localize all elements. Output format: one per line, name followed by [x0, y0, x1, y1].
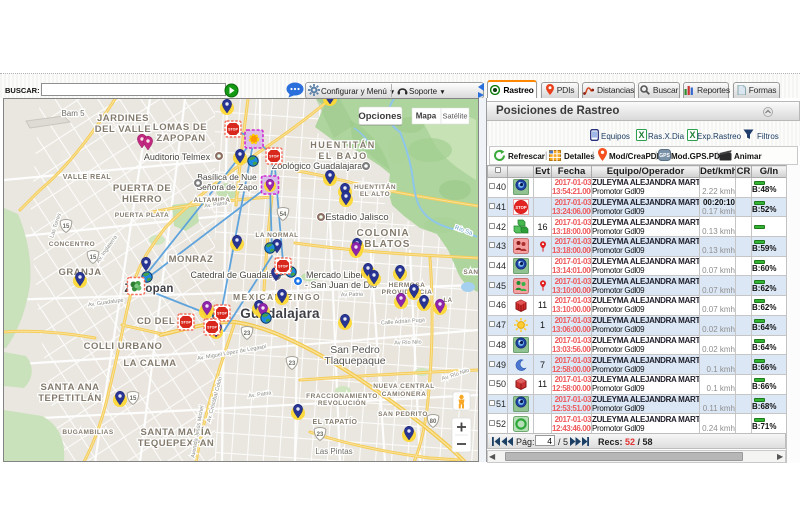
svg-text:- San Juan de Dio: - San Juan de Dio — [305, 280, 377, 290]
svg-text:15: 15 — [130, 396, 137, 402]
svg-text:CAMIONERA: CAMIONERA — [382, 391, 427, 398]
svg-text:CONCENTRO: CONCENTRO — [49, 241, 95, 248]
svg-text:STOP: STOP — [515, 205, 527, 210]
svg-text:VALLE REAL: VALLE REAL — [63, 174, 112, 181]
svg-text:X: X — [689, 130, 695, 140]
svg-text:Mapa: Mapa — [416, 112, 437, 121]
svg-text:LOMAS DE: LOMAS DE — [153, 122, 207, 133]
svg-text:Estadio Jalisco: Estadio Jalisco — [325, 212, 388, 223]
svg-text:Catedral de Guadalaj: Catedral de Guadalaj — [190, 270, 275, 280]
svg-text:HIERRO: HIERRO — [122, 194, 162, 205]
svg-text:PUERTA PLATA: PUERTA PLATA — [115, 212, 170, 219]
svg-text:EL ALTO: EL ALTO — [360, 191, 390, 198]
svg-text:MONRAZ: MONRAZ — [169, 254, 214, 265]
svg-text:HUENTITÁN: HUENTITÁN — [310, 140, 376, 150]
svg-text:Satélite: Satélite — [442, 112, 467, 121]
svg-text:TEQUEPEXPAN: TEQUEPEXPAN — [138, 438, 215, 449]
svg-text:23: 23 — [244, 331, 251, 337]
svg-text:Av Patria: Av Patria — [341, 292, 364, 299]
svg-text:HUENTITÁN: HUENTITÁN — [354, 182, 396, 191]
svg-text:FRACCIONAMIENTO: FRACCIONAMIENTO — [306, 393, 378, 400]
svg-text:PUERTA DE: PUERTA DE — [113, 183, 171, 194]
svg-text:NUEVA CENTRAL: NUEVA CENTRAL — [373, 383, 434, 390]
svg-text:ZAPOPAN: ZAPOPAN — [156, 133, 205, 144]
svg-text:Auditorio Telmex: Auditorio Telmex — [144, 152, 211, 162]
svg-text:Tlaquepaque: Tlaquepaque — [324, 355, 385, 367]
svg-text:COLONIA: COLONIA — [356, 228, 409, 239]
svg-text:Las Pintas: Las Pintas — [315, 447, 352, 456]
svg-text:SANTA ANA: SANTA ANA — [40, 382, 99, 393]
svg-text:Opciones: Opciones — [358, 111, 401, 122]
svg-text:15: 15 — [63, 224, 70, 230]
svg-text:Zoológico Guadalajara: Zoológico Guadalajara — [272, 161, 363, 171]
svg-text:54: 54 — [280, 212, 287, 218]
svg-text:Basílica de Nue: Basílica de Nue — [197, 172, 257, 182]
svg-text:Bam 5: Bam 5 — [61, 109, 85, 118]
svg-text:REVOLUCIÓN: REVOLUCIÓN — [318, 398, 366, 407]
svg-text:BUGAMBILIAS: BUGAMBILIAS — [62, 429, 114, 436]
svg-text:GPS: GPS — [659, 153, 670, 159]
svg-text:HERMOSA: HERMOSA — [389, 282, 426, 289]
svg-text:LA NORMAL: LA NORMAL — [255, 232, 298, 239]
svg-text:DEL VALLE: DEL VALLE — [95, 124, 151, 135]
svg-text:JARDINES: JARDINES — [97, 113, 149, 124]
svg-text:EL TAPATÍO: EL TAPATÍO — [313, 417, 358, 426]
svg-text:PROVIDENCIA: PROVIDENCIA — [382, 289, 433, 296]
svg-text:LA CALMA: LA CALMA — [123, 358, 176, 369]
svg-text:Señora de Zapo: Señora de Zapo — [197, 182, 258, 192]
svg-text:80: 80 — [430, 419, 437, 425]
svg-text:23: 23 — [317, 432, 324, 438]
svg-text:15: 15 — [90, 255, 97, 261]
svg-text:SAN: SAN — [463, 269, 478, 276]
svg-text:23: 23 — [289, 361, 296, 367]
svg-text:CD DEL: CD DEL — [137, 316, 175, 327]
svg-text:X: X — [638, 130, 644, 140]
svg-text:EL BAJO: EL BAJO — [318, 151, 367, 161]
svg-text:SAN PEDRITO: SAN PEDRITO — [378, 411, 428, 418]
svg-text:Av Río Nilo: Av Río Nilo — [394, 340, 422, 347]
svg-text:TEPETITLÁN: TEPETITLÁN — [38, 393, 102, 404]
svg-text:COLLI URBANO: COLLI URBANO — [84, 341, 163, 352]
